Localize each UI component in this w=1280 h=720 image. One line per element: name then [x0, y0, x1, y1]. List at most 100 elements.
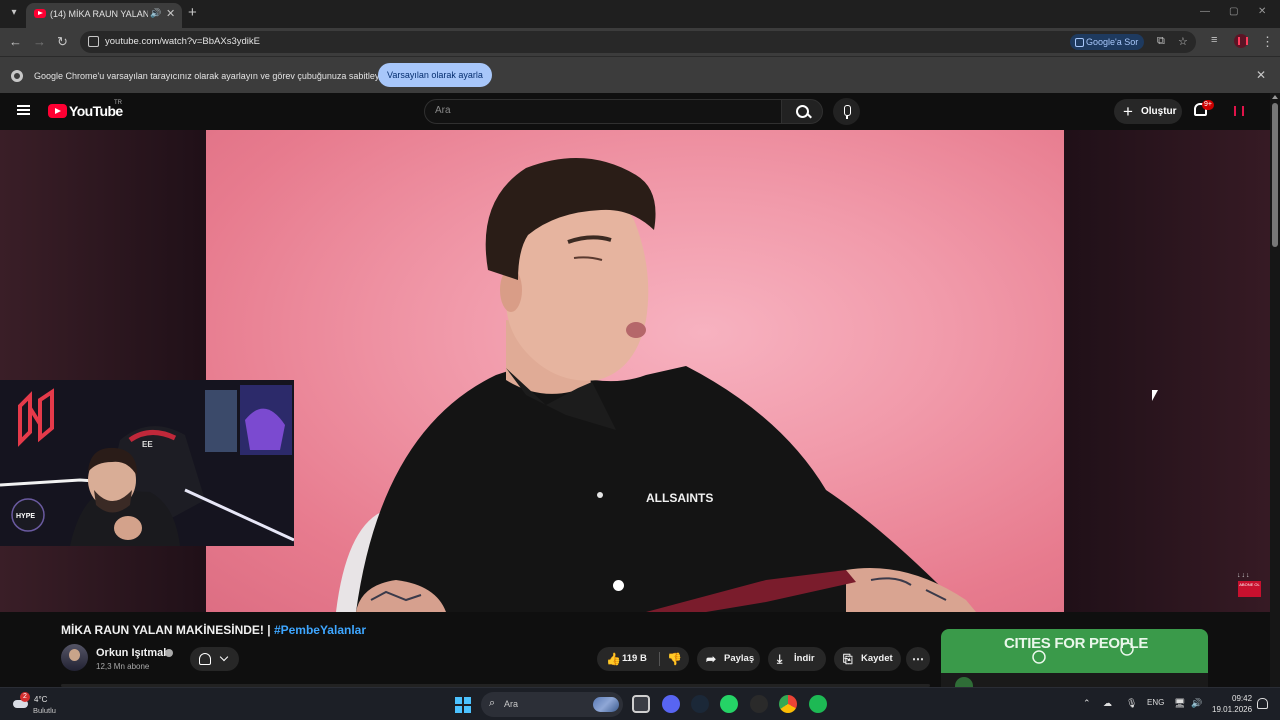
browser-toolbar: ← → ↻ youtube.com/watch?v=BbAXs3ydikE Go… [0, 28, 1280, 56]
search-button[interactable] [781, 99, 823, 124]
like-count[interactable]: 119 B [622, 647, 647, 671]
chrome-menu-icon[interactable]: ⋮ [1261, 34, 1274, 50]
app-icon[interactable] [750, 695, 768, 713]
search-input[interactable] [435, 105, 765, 116]
right-arm [846, 568, 976, 612]
tab-search-button[interactable]: ▾ [6, 5, 22, 21]
infobar-message: Google Chrome'u varsayılan tarayıcınız o… [34, 71, 387, 81]
cloud-sync-icon[interactable]: ☁ [1103, 698, 1112, 709]
clock-date[interactable]: 19.01.2026 [1212, 705, 1252, 714]
discord-icon[interactable] [662, 695, 680, 713]
temperature[interactable]: 4°C [34, 695, 47, 704]
voice-search-button[interactable] [833, 98, 860, 125]
subscription-bell-button[interactable] [190, 647, 239, 671]
new-tab-button[interactable]: + [188, 4, 197, 21]
share-label: Paylaş [724, 653, 755, 664]
address-bar[interactable]: youtube.com/watch?v=BbAXs3ydikE Google'a… [80, 31, 1196, 53]
notification-center-icon[interactable] [1257, 698, 1268, 709]
thumbs-down-icon[interactable]: 👎 [667, 647, 682, 671]
notification-badge: 9+ [1202, 100, 1214, 110]
install-app-icon[interactable]: ⧉ [1157, 35, 1165, 48]
video-frame[interactable]: ALLSAINTS [206, 130, 1064, 612]
default-browser-infobar: Google Chrome'u varsayılan tarayıcınız o… [0, 56, 1280, 93]
network-icon[interactable]: 🖥 [1174, 698, 1185, 709]
tab-close-icon[interactable]: ✕ [166, 7, 175, 20]
ask-google-button[interactable]: Google'a Sor [1070, 34, 1145, 50]
create-button[interactable]: Oluştur [1114, 99, 1182, 124]
webcam-scene: EE HYPE [0, 380, 294, 546]
youtube-favicon-icon [34, 9, 46, 18]
steam-icon[interactable] [691, 695, 709, 713]
streamer-webcam-overlay: EE HYPE [0, 380, 294, 546]
bell-icon [199, 653, 211, 665]
streamer-hand [114, 516, 142, 540]
ad-headline: CITIES FOR PEOPLE [1003, 635, 1149, 652]
watermark-arrows: ↓↓↓ [1237, 572, 1251, 579]
tray-overflow-chevron-icon[interactable]: ⌃ [1083, 698, 1091, 709]
channel-avatar[interactable] [61, 644, 88, 671]
whatsapp-icon[interactable] [720, 695, 738, 713]
windows-start-icon[interactable] [455, 697, 471, 713]
video-player[interactable]: ALLSAINTS EE HYPE [0, 130, 1270, 612]
reading-list-icon[interactable]: ≡ [1211, 34, 1217, 46]
account-avatar[interactable] [1230, 103, 1247, 120]
video-scrubber-handle[interactable] [613, 580, 624, 591]
share-button[interactable]: ➦ Paylaş [697, 647, 760, 671]
search-box [424, 99, 782, 124]
weather-condition[interactable]: Bulutlu [33, 706, 56, 715]
speaker-icon[interactable]: 🔊 [150, 8, 161, 19]
sidebar-ad-banner[interactable]: CITIES FOR PEOPLE [941, 629, 1208, 687]
clock-time[interactable]: 09:42 [1232, 694, 1252, 703]
ad-advertiser-avatar [955, 677, 973, 687]
reload-icon[interactable]: ↻ [57, 34, 68, 50]
ad-footer [941, 673, 1208, 687]
spotify-icon[interactable] [809, 695, 827, 713]
back-arrow-icon[interactable]: ← [9, 34, 22, 49]
verified-check-icon [165, 649, 173, 657]
video-scene: ALLSAINTS [336, 158, 976, 612]
download-label: İndir [794, 653, 815, 664]
youtube-logo-icon[interactable] [48, 104, 67, 118]
video-info-area: MİKA RAUN YALAN MAKİNESİNDE! | #PembeYal… [0, 612, 1270, 687]
maximize-button[interactable]: ▢ [1229, 6, 1238, 17]
url-text[interactable]: youtube.com/watch?v=BbAXs3ydikE [105, 36, 260, 47]
country-code: TR [114, 100, 122, 106]
save-button[interactable]: ⎘ Kaydet [834, 647, 901, 671]
hashtag-link[interactable]: #PembeYalanlar [274, 623, 366, 637]
infobar-close-icon[interactable]: ✕ [1256, 68, 1266, 82]
video-title-text: MİKA RAUN YALAN MAKİNESİNDE! | [61, 623, 274, 637]
window-close-button[interactable]: ✕ [1258, 6, 1266, 17]
chair-logo: EE [142, 440, 153, 449]
chrome-profile-avatar[interactable] [1234, 34, 1248, 48]
search-highlight-art [593, 697, 619, 712]
weather-badge: 2 [20, 692, 30, 702]
channel-name[interactable]: Orkun Işıtmak [96, 647, 169, 659]
bookmark-star-icon[interactable]: ☆ [1178, 35, 1188, 48]
taskbar-search-placeholder: Ara [504, 699, 519, 709]
input-language[interactable]: ENG [1147, 698, 1164, 707]
like-dislike-group: 👍 119 B 👎 [597, 647, 689, 671]
download-button[interactable]: ⤓ İndir [768, 647, 826, 671]
taskbar-search[interactable]: ⌕ Ara [481, 692, 623, 717]
task-view-icon[interactable] [632, 695, 650, 713]
more-actions-button[interactable]: ⋯ [906, 647, 930, 671]
hamburger-menu-icon[interactable] [17, 105, 30, 115]
poster-left [205, 390, 237, 452]
subscriber-count: 12,3 Mn abone [96, 662, 150, 671]
microphone-icon[interactable]: 🎙 [1126, 698, 1137, 709]
volume-icon[interactable]: 🔊 [1191, 698, 1202, 709]
forward-arrow-icon[interactable]: → [33, 34, 46, 49]
chrome-taskbar-icon[interactable] [779, 695, 797, 713]
like-divider [659, 652, 660, 666]
browser-tab-youtube[interactable]: (14) MİKA RAUN YALAN MA 🔊 ✕ [26, 3, 182, 28]
subscribe-watermark[interactable]: ↓↓↓ ABONE OL [1237, 572, 1262, 598]
windows-taskbar: 2 4°C Bulutlu ⌕ Ara ⌃ ☁ 🎙 ENG 🖥 🔊 09:42 … [0, 687, 1280, 720]
thumbs-up-icon[interactable]: 👍 [606, 647, 621, 671]
watermark-subscribe-text: ABONE OL [1238, 581, 1261, 597]
site-info-icon[interactable] [88, 36, 99, 47]
set-default-button[interactable]: Varsayılan olarak ayarla [378, 63, 492, 87]
minimize-button[interactable]: — [1200, 6, 1210, 17]
scrollbar-thumb[interactable] [1272, 103, 1278, 247]
download-icon: ⤓ [777, 652, 783, 666]
scroll-up-arrow-icon[interactable] [1272, 95, 1278, 99]
